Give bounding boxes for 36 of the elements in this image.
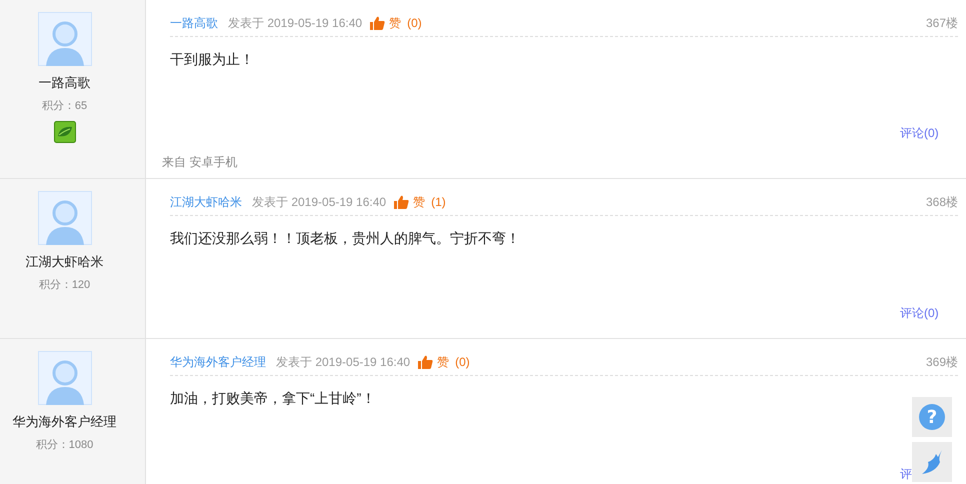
post-text: 干到服为止！ bbox=[170, 50, 255, 69]
username[interactable]: 江湖大虾哈米 bbox=[26, 253, 104, 271]
like-label[interactable]: 赞 bbox=[389, 14, 402, 32]
thumbs-up-icon[interactable] bbox=[394, 195, 410, 209]
user-score: 积分：65 bbox=[42, 99, 88, 113]
post-time: 发表于 2019-05-19 16:40 bbox=[252, 194, 386, 210]
floor-number: 369楼 bbox=[926, 354, 958, 370]
like-label[interactable]: 赞 bbox=[413, 194, 426, 210]
username[interactable]: 一路高歌 bbox=[38, 74, 90, 92]
avatar[interactable] bbox=[38, 191, 92, 245]
floor-number: 367楼 bbox=[926, 14, 958, 32]
avatar[interactable] bbox=[38, 12, 92, 66]
like-count: (0) bbox=[407, 16, 422, 30]
like-label[interactable]: 赞 bbox=[437, 354, 450, 370]
thumbs-up-icon[interactable] bbox=[418, 355, 434, 369]
user-score: 积分：120 bbox=[38, 278, 90, 292]
like-count: (1) bbox=[431, 195, 446, 209]
post-time: 发表于 2019-05-19 16:40 bbox=[276, 354, 410, 370]
comment-link[interactable]: 评 bbox=[900, 467, 912, 481]
like-count: (0) bbox=[455, 355, 470, 369]
user-score: 积分：1080 bbox=[36, 438, 94, 452]
author-link[interactable]: 江湖大虾哈米 bbox=[170, 194, 242, 210]
avatar[interactable] bbox=[38, 351, 92, 405]
username[interactable]: 华为海外客户经理 bbox=[12, 413, 116, 431]
help-button[interactable]: ? bbox=[912, 397, 952, 437]
comment-link[interactable]: 评论(0) bbox=[900, 306, 939, 320]
post-source: 来自 安卓手机 bbox=[162, 154, 238, 171]
post-text: 我们还没那么弱！！顶老板，贵州人的脾气。宁折不弯！ bbox=[170, 229, 521, 248]
author-link[interactable]: 华为海外客户经理 bbox=[170, 354, 266, 370]
thumbs-up-icon[interactable] bbox=[370, 16, 386, 30]
post-time: 发表于 2019-05-19 16:40 bbox=[228, 14, 362, 32]
post-text: 加油，打败美帝，拿下“上甘岭”！ bbox=[170, 389, 376, 408]
comment-link[interactable]: 评论(0) bbox=[900, 126, 939, 140]
back-to-top-button[interactable] bbox=[912, 442, 952, 482]
floor-number: 368楼 bbox=[926, 194, 958, 210]
author-link[interactable]: 一路高歌 bbox=[170, 14, 218, 32]
